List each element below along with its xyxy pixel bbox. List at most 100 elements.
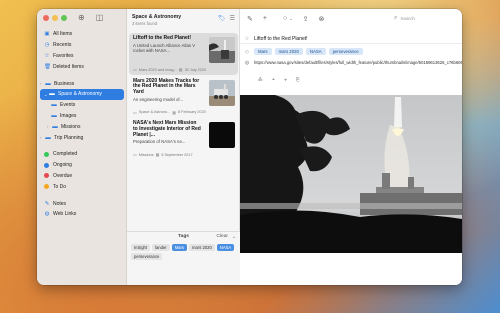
sidebar-item-label: Favorites	[53, 52, 74, 59]
status-dot-icon	[44, 162, 49, 168]
trash-icon: 🗑	[44, 63, 51, 70]
link-icon[interactable]: ⚭	[272, 77, 276, 83]
tag-mars-2020[interactable]: mars 2020	[189, 244, 215, 251]
list-item[interactable]: NASA's Next Mars Mission to Investigate …	[129, 118, 238, 160]
highlight-icon[interactable]: ⌖	[284, 77, 287, 83]
sidebar-toggle-icon[interactable]: ◫	[96, 13, 104, 23]
chevron-down-icon[interactable]: ⌄	[44, 92, 48, 97]
star-icon[interactable]: ☆	[243, 36, 251, 42]
folder-icon: ▭	[133, 67, 137, 72]
sidebar-folder-space-astronomy[interactable]: ⌄ ▬ Space & Astronomy	[40, 88, 124, 100]
sidebar-folder-trip-planning[interactable]: › ▬ Trip Planning	[37, 132, 127, 143]
search-field[interactable]: ⌕ Search	[394, 13, 458, 23]
tag-nasa[interactable]: NASA	[216, 244, 235, 251]
search-icon: ⌕	[394, 14, 398, 21]
chevron-down-icon[interactable]: ⌄	[289, 16, 292, 21]
zoom-window-button[interactable]	[61, 15, 67, 21]
chevron-right-icon[interactable]: ›	[47, 124, 51, 129]
sidebar-status-ongoing[interactable]: Ongoing	[37, 160, 127, 171]
detail-tags-row: ◇ Mars mars 2020 NASA perseverance	[240, 46, 462, 57]
item-url[interactable]: https://www.nasa.gov/sites/default/files…	[254, 60, 462, 65]
window-controls	[43, 15, 67, 21]
tag-list: InSight lander Mars mars 2020 NASA perse…	[127, 242, 240, 262]
tag-perseverance[interactable]: perseverance	[131, 253, 163, 260]
list-header: Space & Astronomy 3 items found 🏷 ☰	[132, 14, 235, 26]
sidebar-item-recents[interactable]: ◷ Recents	[37, 40, 127, 51]
sidebar-item-label: Trip Planning	[54, 134, 84, 141]
tag-lander[interactable]: lander	[152, 244, 170, 251]
sidebar-item-label: Events	[60, 102, 76, 109]
card-description: An engineering model of...	[133, 96, 184, 102]
card-thumbnail-rocket	[209, 37, 235, 63]
status-dot-icon	[44, 151, 49, 157]
detail-tag-mars-2020[interactable]: mars 2020	[274, 48, 303, 55]
detail-toolbar: ✎ + ○ ⌄ ⇪ ⊗ ⌕ Search	[240, 9, 462, 28]
sidebar-type-notes[interactable]: ✎ Notes	[37, 198, 127, 209]
status-circle-icon[interactable]: ○	[283, 15, 287, 22]
sidebar-item-label: Images	[60, 112, 77, 119]
chevron-down-icon[interactable]: ⌄	[232, 234, 236, 240]
sidebar-item-deleted-items[interactable]: 🗑 Deleted Items	[37, 61, 127, 72]
item-title[interactable]: Liftoff to the Red Planet!	[254, 36, 308, 42]
card-title: NASA's Next Mars Mission to Investigate …	[133, 120, 201, 138]
compose-icon[interactable]: ✎	[247, 15, 253, 23]
chevron-right-icon[interactable]: ›	[40, 135, 44, 140]
globe-icon: ◍	[244, 60, 250, 66]
attach-icon[interactable]: ⎘	[296, 77, 300, 83]
card-meta: ▭ Missions ▦ 6 September 2017	[133, 152, 193, 157]
sidebar-list: ▣ All Items ◷ Recents ☆ Favorites 🗑 Dele…	[37, 29, 127, 220]
sidebar-status-completed[interactable]: Completed	[37, 149, 127, 160]
card-thumbnail-rover	[209, 79, 235, 106]
clock-icon: ◷	[44, 42, 50, 49]
card-date: 8 February 2020	[178, 110, 206, 114]
card-thumbnail-dark	[209, 122, 235, 148]
detail-tag-mars[interactable]: Mars	[254, 48, 272, 55]
search-placeholder: Search	[400, 15, 415, 21]
sync-icon[interactable]: ⊕	[78, 13, 85, 23]
card-meta: ▭ Mars 2020 and Imag... ▦ 30 July 2020	[133, 67, 206, 72]
detail-tag-perseverance[interactable]: perseverance	[328, 48, 363, 55]
list-item[interactable]: Liftoff to the Red Planet! A United Laun…	[129, 33, 238, 75]
tag-insight[interactable]: InSight	[131, 244, 151, 251]
sidebar-toolbar: ⊕ ◫	[78, 13, 103, 23]
share-icon[interactable]: ⇪	[303, 15, 309, 23]
list-item[interactable]: Mars 2020 Makes Tracks for the Red Plane…	[129, 76, 238, 118]
format-toolbar: ⁂ ⚭ ⌖ ⎘	[258, 77, 299, 83]
app-window: ⊕ ◫ ▣ All Items ◷ Recents ☆ Favorites 🗑 …	[37, 9, 462, 285]
star-icon: ☆	[44, 52, 50, 59]
card-date: 30 July 2020	[184, 67, 207, 72]
sidebar-item-label: Overdue	[53, 172, 73, 179]
calendar-icon: ▦	[155, 152, 160, 157]
detail-tag-nasa[interactable]: NASA	[305, 48, 326, 55]
sidebar-folder-missions[interactable]: › ▬ Missions	[37, 121, 127, 132]
sidebar-item-label: Completed	[53, 151, 78, 158]
card-title: Mars 2020 Makes Tracks for the Red Plane…	[133, 77, 200, 96]
sidebar-folder-business[interactable]: › ▬ Business	[37, 78, 127, 89]
sidebar-status-overdue[interactable]: Overdue	[37, 171, 127, 182]
minimize-window-button[interactable]	[52, 15, 58, 21]
status-dot-icon	[44, 173, 49, 179]
tag-mars[interactable]: Mars	[171, 244, 187, 251]
card-folder: Space & Astrono...	[138, 110, 171, 114]
bookmark-icon[interactable]: ⊗	[318, 15, 324, 23]
sidebar-item-all-items[interactable]: ▣ All Items	[37, 29, 127, 40]
detail-url-row: ◍ https://www.nasa.gov/sites/default/fil…	[240, 60, 462, 74]
sidebar-item-favorites[interactable]: ☆ Favorites	[37, 51, 127, 62]
list-view-icon[interactable]: ☰	[230, 15, 235, 22]
card-date: 6 September 2017	[161, 152, 193, 157]
tag-filter-icon[interactable]: 🏷	[218, 15, 226, 22]
sidebar-folder-images[interactable]: ▬ Images	[37, 111, 127, 122]
clear-tags-button[interactable]: Clear	[217, 234, 228, 239]
sidebar-folder-events[interactable]: ▬ Events	[37, 100, 127, 111]
add-icon[interactable]: +	[263, 15, 267, 22]
chevron-right-icon[interactable]: ›	[40, 81, 44, 86]
sidebar-type-web-links[interactable]: ◍ Web Links	[37, 209, 127, 220]
folder-icon: ▬	[51, 102, 57, 109]
folder-icon: ▬	[51, 112, 57, 119]
card-title: Liftoff to the Red Planet!	[133, 35, 192, 41]
close-window-button[interactable]	[43, 15, 49, 21]
format-icon[interactable]: ⁂	[258, 77, 263, 83]
sidebar-status-to-do[interactable]: To Do	[37, 181, 127, 192]
tray-icon: ▣	[44, 31, 50, 38]
card-description: A United Launch Alliance Atlas V rocket …	[133, 42, 196, 53]
